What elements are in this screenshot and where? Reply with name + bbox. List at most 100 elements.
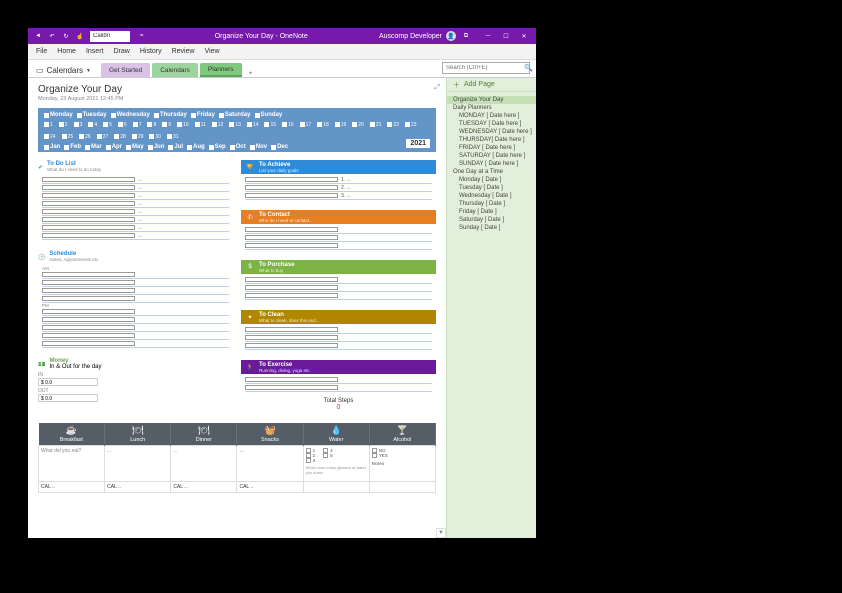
menu-history[interactable]: History [140,48,162,55]
notebook-dropdown[interactable]: ▭ Calendars ▼ [32,66,99,77]
day-25[interactable]: 25 [62,134,74,140]
touch-icon[interactable]: ☝ [76,33,84,40]
day-15[interactable]: 15 [264,122,276,128]
mon-dec[interactable]: Dec [271,144,288,150]
day-2[interactable]: 2 [59,122,68,128]
dinner-cell[interactable]: ... [171,446,237,482]
back-icon[interactable]: ◄ [34,33,42,39]
add-page-button[interactable]: ＋ Add Page [447,78,536,92]
menu-home[interactable]: Home [57,48,76,55]
day-21[interactable]: 21 [370,122,382,128]
day-mon[interactable]: Monday [44,112,73,118]
todo-line[interactable]: ... [42,176,229,184]
todo-line[interactable]: ... [42,208,229,216]
close-button[interactable]: ✕ [520,33,528,40]
todo-line[interactable]: ... [42,216,229,224]
day-10[interactable]: 10 [177,122,189,128]
mon-jul[interactable]: Jul [168,144,183,150]
day-6[interactable]: 6 [118,122,127,128]
tab-get-started[interactable]: Get Started [101,63,150,77]
day-17[interactable]: 17 [300,122,312,128]
minimize-button[interactable]: ─ [484,33,492,40]
mon-oct[interactable]: Oct [230,144,246,150]
day-sun[interactable]: Sunday [255,112,283,118]
day-26[interactable]: 26 [79,134,91,140]
tab-calendars[interactable]: Calendars [152,63,198,77]
day-23[interactable]: 23 [405,122,417,128]
day-wed[interactable]: Wednesday [111,112,150,118]
ribbon-options-icon[interactable]: ⧉ [462,33,470,40]
page-item[interactable]: FRIDAY [ Date here ] [447,144,536,152]
todo-line[interactable]: ... [42,232,229,240]
todo-line[interactable]: ... [42,224,229,232]
page-item[interactable]: Wednesday [ Date ] [447,192,536,200]
todo-line[interactable]: ... [42,184,229,192]
day-tue[interactable]: Tuesday [77,112,107,118]
money-in-value[interactable]: $ 0.0 [38,378,98,386]
todo-line[interactable]: ... [42,192,229,200]
day-13[interactable]: 13 [229,122,241,128]
day-sat[interactable]: Saturday [219,112,251,118]
day-1[interactable]: 1 [44,122,53,128]
day-9[interactable]: 9 [162,122,171,128]
page-canvas[interactable]: ⤢ Organize Your Day Monday, 23 August 20… [28,78,446,528]
day-14[interactable]: 14 [247,122,259,128]
todo-line[interactable]: ... [42,200,229,208]
font-selector[interactable] [90,31,130,42]
page-item[interactable]: TUESDAY [ Date here ] [447,120,536,128]
menu-review[interactable]: Review [172,48,195,55]
mon-jan[interactable]: Jan [44,144,60,150]
mon-may[interactable]: May [126,144,144,150]
breakfast-cell[interactable]: What did you eat? [39,446,105,482]
mon-sep[interactable]: Sep [209,144,226,150]
maximize-button[interactable]: ☐ [502,33,510,40]
undo-icon[interactable]: ↶ [48,33,56,40]
page-item[interactable]: One Day at a Time [447,168,536,176]
search-input[interactable] [446,65,524,71]
day-19[interactable]: 19 [335,122,347,128]
page-item[interactable]: Sunday [ Date ] [447,224,536,232]
page-item[interactable]: Organize Your Day [447,96,536,104]
money-out-value[interactable]: $ 0.0 [38,394,98,402]
page-title[interactable]: Organize Your Day [38,84,436,95]
alcohol-cell[interactable]: NO YES Notes ... [369,446,435,482]
mon-jun[interactable]: Jun [148,144,165,150]
day-8[interactable]: 8 [147,122,156,128]
scroll-down-button[interactable]: ▼ [436,528,446,538]
day-20[interactable]: 20 [352,122,364,128]
page-item[interactable]: THURSDAY[ Date here ] [447,136,536,144]
day-31[interactable]: 31 [167,134,179,140]
page-item[interactable]: Monday [ Date ] [447,176,536,184]
mon-mar[interactable]: Mar [85,144,102,150]
menu-view[interactable]: View [205,48,220,55]
day-29[interactable]: 29 [132,134,144,140]
page-item[interactable]: Thursday [ Date ] [447,200,536,208]
mon-apr[interactable]: Apr [106,144,122,150]
day-24[interactable]: 24 [44,134,56,140]
menu-file[interactable]: File [36,48,47,55]
page-item[interactable]: WEDNESDAY [ Date here ] [447,128,536,136]
add-section-button[interactable]: + [244,71,258,77]
mon-aug[interactable]: Aug [187,144,205,150]
snacks-cell[interactable]: ... [237,446,303,482]
page-item[interactable]: Daily Planners [447,104,536,112]
page-item[interactable]: Tuesday [ Date ] [447,184,536,192]
page-item[interactable]: Saturday [ Date ] [447,216,536,224]
day-4[interactable]: 4 [88,122,97,128]
account-area[interactable]: Auscomp Developer 👤 [379,31,456,41]
mon-nov[interactable]: Nov [250,144,267,150]
page-item[interactable]: SUNDAY [ Date here ] [447,160,536,168]
day-30[interactable]: 30 [149,134,161,140]
water-cell[interactable]: 1 4 2 5 3 Which how many glasses of wate… [303,446,369,482]
search-box[interactable]: 🔍 [442,62,530,74]
lunch-cell[interactable]: ... [105,446,171,482]
menu-draw[interactable]: Draw [113,48,129,55]
menu-insert[interactable]: Insert [86,48,104,55]
day-11[interactable]: 11 [195,122,206,128]
page-item[interactable]: MONDAY [ Date here ] [447,112,536,120]
day-28[interactable]: 28 [114,134,126,140]
page-item[interactable]: Friday [ Date ] [447,208,536,216]
day-22[interactable]: 22 [387,122,399,128]
day-7[interactable]: 7 [133,122,142,128]
day-3[interactable]: 3 [74,122,83,128]
